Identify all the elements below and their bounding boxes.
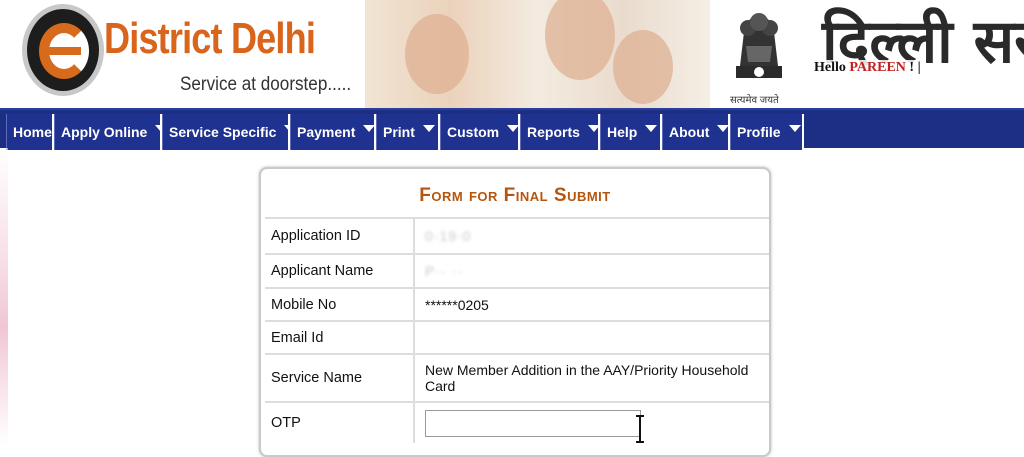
caret-down-icon bbox=[422, 124, 435, 132]
nav-item-profile[interactable]: Profile bbox=[730, 114, 804, 150]
nav-item-help[interactable]: Help bbox=[600, 114, 662, 150]
form-label: OTP bbox=[265, 403, 415, 443]
user-greeting: Hello PAREEN ! | bbox=[812, 60, 923, 76]
greeting-prefix: Hello bbox=[814, 60, 846, 75]
service-name-value: New Member Addition in the AAY/Priority … bbox=[425, 362, 749, 394]
form-row-service-name: Service Name New Member Addition in the … bbox=[265, 353, 769, 401]
applicant-name-value: P·· ·· bbox=[425, 263, 463, 279]
nav-item-reports[interactable]: Reports bbox=[520, 114, 600, 150]
nav-item-label: Print bbox=[383, 124, 415, 140]
banner-person bbox=[545, 0, 615, 80]
nav-item-service-specific[interactable]: Service Specific bbox=[162, 114, 297, 150]
greeting-suffix: ! | bbox=[909, 60, 921, 75]
caret-down-icon bbox=[717, 124, 730, 132]
text-cursor-icon bbox=[636, 415, 644, 443]
form-label: Email Id bbox=[265, 322, 415, 353]
banner-person bbox=[613, 30, 673, 104]
nav-item-label: Help bbox=[607, 124, 638, 140]
otp-input[interactable] bbox=[425, 409, 641, 437]
form-row-application-id: Application ID 0·19·0 bbox=[265, 217, 769, 253]
caret-down-icon bbox=[363, 124, 376, 132]
site-header: District Delhi Service at doorstep..... … bbox=[0, 0, 1024, 108]
form-row-applicant-name: Applicant Name P·· ·· bbox=[265, 253, 769, 287]
caret-down-icon bbox=[788, 124, 801, 132]
nav-item-label: Reports bbox=[527, 124, 580, 140]
nav-item-apply-online[interactable]: Apply Online bbox=[54, 114, 168, 150]
form-row-otp: OTP bbox=[265, 401, 769, 443]
form-row-email-id: Email Id bbox=[265, 320, 769, 353]
logo-title[interactable]: District Delhi bbox=[104, 14, 316, 64]
nav-item-label: Payment bbox=[297, 124, 356, 140]
caret-down-icon bbox=[507, 124, 520, 132]
caret-down-icon bbox=[645, 124, 658, 132]
nav-item-home[interactable]: Home bbox=[6, 114, 54, 150]
greeting-username: PAREEN bbox=[849, 60, 906, 75]
emblem-caption: सत्यमेव जयते bbox=[730, 95, 779, 106]
nav-item-label: Home bbox=[13, 124, 52, 140]
banner-photo bbox=[365, 0, 710, 108]
nav-item-label: About bbox=[669, 124, 710, 140]
national-emblem-icon bbox=[736, 13, 782, 78]
form-title: Form for Final Submit bbox=[419, 185, 611, 206]
nav-item-label: Service Specific bbox=[169, 124, 277, 140]
form-label: Service Name bbox=[265, 355, 415, 401]
logo-tagline: Service at doorstep..... bbox=[180, 74, 352, 95]
nav-item-payment[interactable]: Payment bbox=[290, 114, 376, 150]
nav-item-custom[interactable]: Custom bbox=[440, 114, 520, 150]
final-submit-form: Form for Final Submit Application ID 0·1… bbox=[259, 167, 771, 457]
application-id-value: 0·19·0 bbox=[425, 228, 472, 244]
form-label: Mobile No bbox=[265, 289, 415, 320]
nav-item-label: Apply Online bbox=[61, 124, 148, 140]
caret-down-icon bbox=[587, 124, 600, 132]
nav-item-label: Custom bbox=[447, 124, 500, 140]
edistrict-logo-icon bbox=[22, 4, 104, 96]
banner-person bbox=[405, 14, 469, 94]
otp-field-cell bbox=[417, 403, 769, 443]
email-id-value bbox=[417, 322, 769, 353]
logo-e-bar bbox=[49, 47, 81, 55]
nav-item-about[interactable]: About bbox=[662, 114, 730, 150]
left-edge-accent bbox=[0, 148, 8, 445]
mobile-no-value: ******0205 bbox=[425, 296, 489, 313]
main-nav-bar: Home Apply Online Service Specific Payme… bbox=[0, 108, 1024, 150]
form-label: Applicant Name bbox=[265, 255, 415, 287]
form-row-mobile-no: Mobile No ******0205 bbox=[265, 287, 769, 320]
form-label: Application ID bbox=[265, 219, 415, 253]
nav-item-label: Profile bbox=[737, 124, 781, 140]
nav-item-print[interactable]: Print bbox=[376, 114, 440, 150]
